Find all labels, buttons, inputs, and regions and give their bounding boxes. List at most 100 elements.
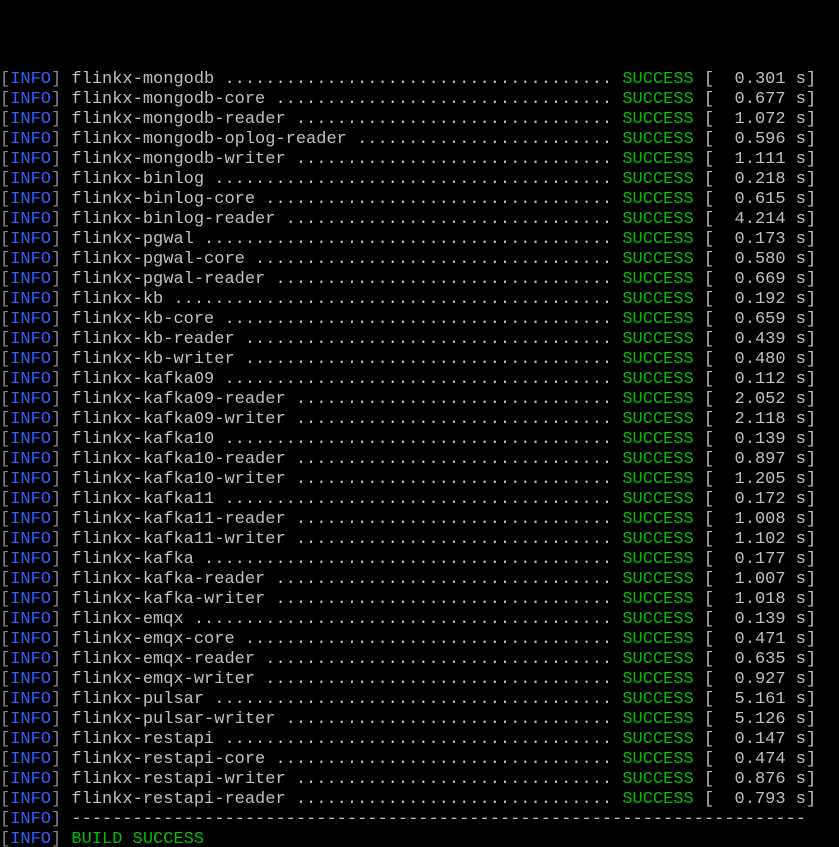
- build-row: [INFO] flinkx-kafka10-reader ...........…: [0, 450, 839, 470]
- build-time: [ 0.596 s]: [694, 130, 816, 149]
- build-time: [ 5.126 s]: [694, 710, 816, 729]
- module-name: flinkx-kb-writer .......................…: [71, 350, 622, 369]
- status-label: SUCCESS: [622, 770, 693, 789]
- module-name: flinkx-kafka09-reader ..................…: [71, 390, 622, 409]
- build-time: [ 1.205 s]: [694, 470, 816, 489]
- build-row: [INFO] flinkx-kb .......................…: [0, 290, 839, 310]
- module-name: flinkx-pgwal-reader ....................…: [71, 270, 622, 289]
- status-label: SUCCESS: [622, 210, 693, 229]
- module-name: flinkx-kafka09-writer ..................…: [71, 410, 622, 429]
- build-time: [ 0.439 s]: [694, 330, 816, 349]
- status-label: SUCCESS: [622, 170, 693, 189]
- build-time: [ 0.177 s]: [694, 550, 816, 569]
- module-name: flinkx-mongodb-reader ..................…: [71, 110, 622, 129]
- build-time: [ 0.172 s]: [694, 490, 816, 509]
- module-name: flinkx-kb-reader .......................…: [71, 330, 622, 349]
- module-name: flinkx-kafka10-writer ..................…: [71, 470, 622, 489]
- build-row: [INFO] flinkx-pgwal-reader .............…: [0, 270, 839, 290]
- status-label: SUCCESS: [622, 470, 693, 489]
- module-name: flinkx-binlog-reader ...................…: [71, 210, 622, 229]
- module-name: flinkx-kafka10 .........................…: [71, 430, 622, 449]
- build-time: [ 0.659 s]: [694, 310, 816, 329]
- status-label: SUCCESS: [622, 90, 693, 109]
- status-label: SUCCESS: [622, 270, 693, 289]
- build-time: [ 0.669 s]: [694, 270, 816, 289]
- build-time: [ 4.214 s]: [694, 210, 816, 229]
- module-name: flinkx-restapi-core ....................…: [71, 750, 622, 769]
- module-name: flinkx-kafka ...........................…: [71, 550, 622, 569]
- status-label: SUCCESS: [622, 150, 693, 169]
- module-name: flinkx-pgwal-core ......................…: [71, 250, 622, 269]
- build-row: [INFO] flinkx-mongodb-writer ...........…: [0, 150, 839, 170]
- build-row: [INFO] flinkx-mongodb-core .............…: [0, 90, 839, 110]
- status-label: SUCCESS: [622, 530, 693, 549]
- module-name: flinkx-kafka11 .........................…: [71, 490, 622, 509]
- build-time: [ 1.102 s]: [694, 530, 816, 549]
- build-time: [ 0.471 s]: [694, 630, 816, 649]
- build-row: [INFO] flinkx-kafka-reader .............…: [0, 570, 839, 590]
- build-time: [ 0.218 s]: [694, 170, 816, 189]
- build-row: [INFO] flinkx-kb-core ..................…: [0, 310, 839, 330]
- build-time: [ 2.118 s]: [694, 410, 816, 429]
- build-row: [INFO] flinkx-pulsar ...................…: [0, 690, 839, 710]
- build-row: [INFO] flinkx-kafka-writer .............…: [0, 590, 839, 610]
- build-row: [INFO] flinkx-kafka10 ..................…: [0, 430, 839, 450]
- build-row: [INFO] flinkx-restapi-core .............…: [0, 750, 839, 770]
- status-label: SUCCESS: [622, 430, 693, 449]
- build-row: [INFO] flinkx-kafka11 ..................…: [0, 490, 839, 510]
- status-label: SUCCESS: [622, 230, 693, 249]
- build-row: [INFO] flinkx-kb-reader ................…: [0, 330, 839, 350]
- status-label: SUCCESS: [622, 790, 693, 809]
- build-time: [ 0.793 s]: [694, 790, 816, 809]
- build-time: [ 0.139 s]: [694, 430, 816, 449]
- status-label: SUCCESS: [622, 630, 693, 649]
- build-time: [ 1.007 s]: [694, 570, 816, 589]
- status-label: SUCCESS: [622, 410, 693, 429]
- build-time: [ 0.139 s]: [694, 610, 816, 629]
- build-time: [ 1.111 s]: [694, 150, 816, 169]
- status-label: SUCCESS: [622, 190, 693, 209]
- module-name: flinkx-kafka11-reader ..................…: [71, 510, 622, 529]
- build-time: [ 0.192 s]: [694, 290, 816, 309]
- build-row: [INFO] flinkx-kb-writer ................…: [0, 350, 839, 370]
- status-label: SUCCESS: [622, 550, 693, 569]
- build-time: [ 0.677 s]: [694, 90, 816, 109]
- build-time: [ 0.635 s]: [694, 650, 816, 669]
- status-label: SUCCESS: [622, 110, 693, 129]
- build-row: [INFO] flinkx-binlog-core ..............…: [0, 190, 839, 210]
- status-label: SUCCESS: [622, 330, 693, 349]
- status-label: SUCCESS: [622, 590, 693, 609]
- build-row: [INFO] flinkx-emqx-writer ..............…: [0, 670, 839, 690]
- build-success: [INFO] BUILD SUCCESS: [0, 830, 839, 847]
- build-row: [INFO] flinkx-restapi ..................…: [0, 730, 839, 750]
- module-name: flinkx-kafka09 .........................…: [71, 370, 622, 389]
- status-label: SUCCESS: [622, 670, 693, 689]
- build-time: [ 0.615 s]: [694, 190, 816, 209]
- build-time: [ 0.112 s]: [694, 370, 816, 389]
- build-time: [ 2.052 s]: [694, 390, 816, 409]
- module-name: flinkx-restapi .........................…: [71, 730, 622, 749]
- status-label: SUCCESS: [622, 390, 693, 409]
- build-row: [INFO] flinkx-mongodb-oplog-reader .....…: [0, 130, 839, 150]
- status-label: SUCCESS: [622, 690, 693, 709]
- build-row: [INFO] flinkx-mongodb-reader ...........…: [0, 110, 839, 130]
- build-time: [ 0.876 s]: [694, 770, 816, 789]
- module-name: flinkx-emqx ............................…: [71, 610, 622, 629]
- status-label: SUCCESS: [622, 710, 693, 729]
- build-row: [INFO] flinkx-emqx-core ................…: [0, 630, 839, 650]
- module-name: flinkx-mongodb-oplog-reader ............…: [71, 130, 622, 149]
- status-label: SUCCESS: [622, 350, 693, 369]
- build-row: [INFO] flinkx-pgwal-core ...............…: [0, 250, 839, 270]
- module-name: flinkx-restapi-reader ..................…: [71, 790, 622, 809]
- build-time: [ 0.897 s]: [694, 450, 816, 469]
- build-time: [ 0.474 s]: [694, 750, 816, 769]
- module-name: flinkx-kafka-reader ....................…: [71, 570, 622, 589]
- module-name: flinkx-pulsar-writer ...................…: [71, 710, 622, 729]
- build-time: [ 5.161 s]: [694, 690, 816, 709]
- module-name: flinkx-mongodb-writer ..................…: [71, 150, 622, 169]
- build-row: [INFO] flinkx-restapi-writer ...........…: [0, 770, 839, 790]
- module-name: flinkx-mongodb-core ....................…: [71, 90, 622, 109]
- module-name: flinkx-emqx-reader .....................…: [71, 650, 622, 669]
- build-row: [INFO] flinkx-kafka09-writer ...........…: [0, 410, 839, 430]
- separator: [INFO] ---------------------------------…: [0, 810, 839, 830]
